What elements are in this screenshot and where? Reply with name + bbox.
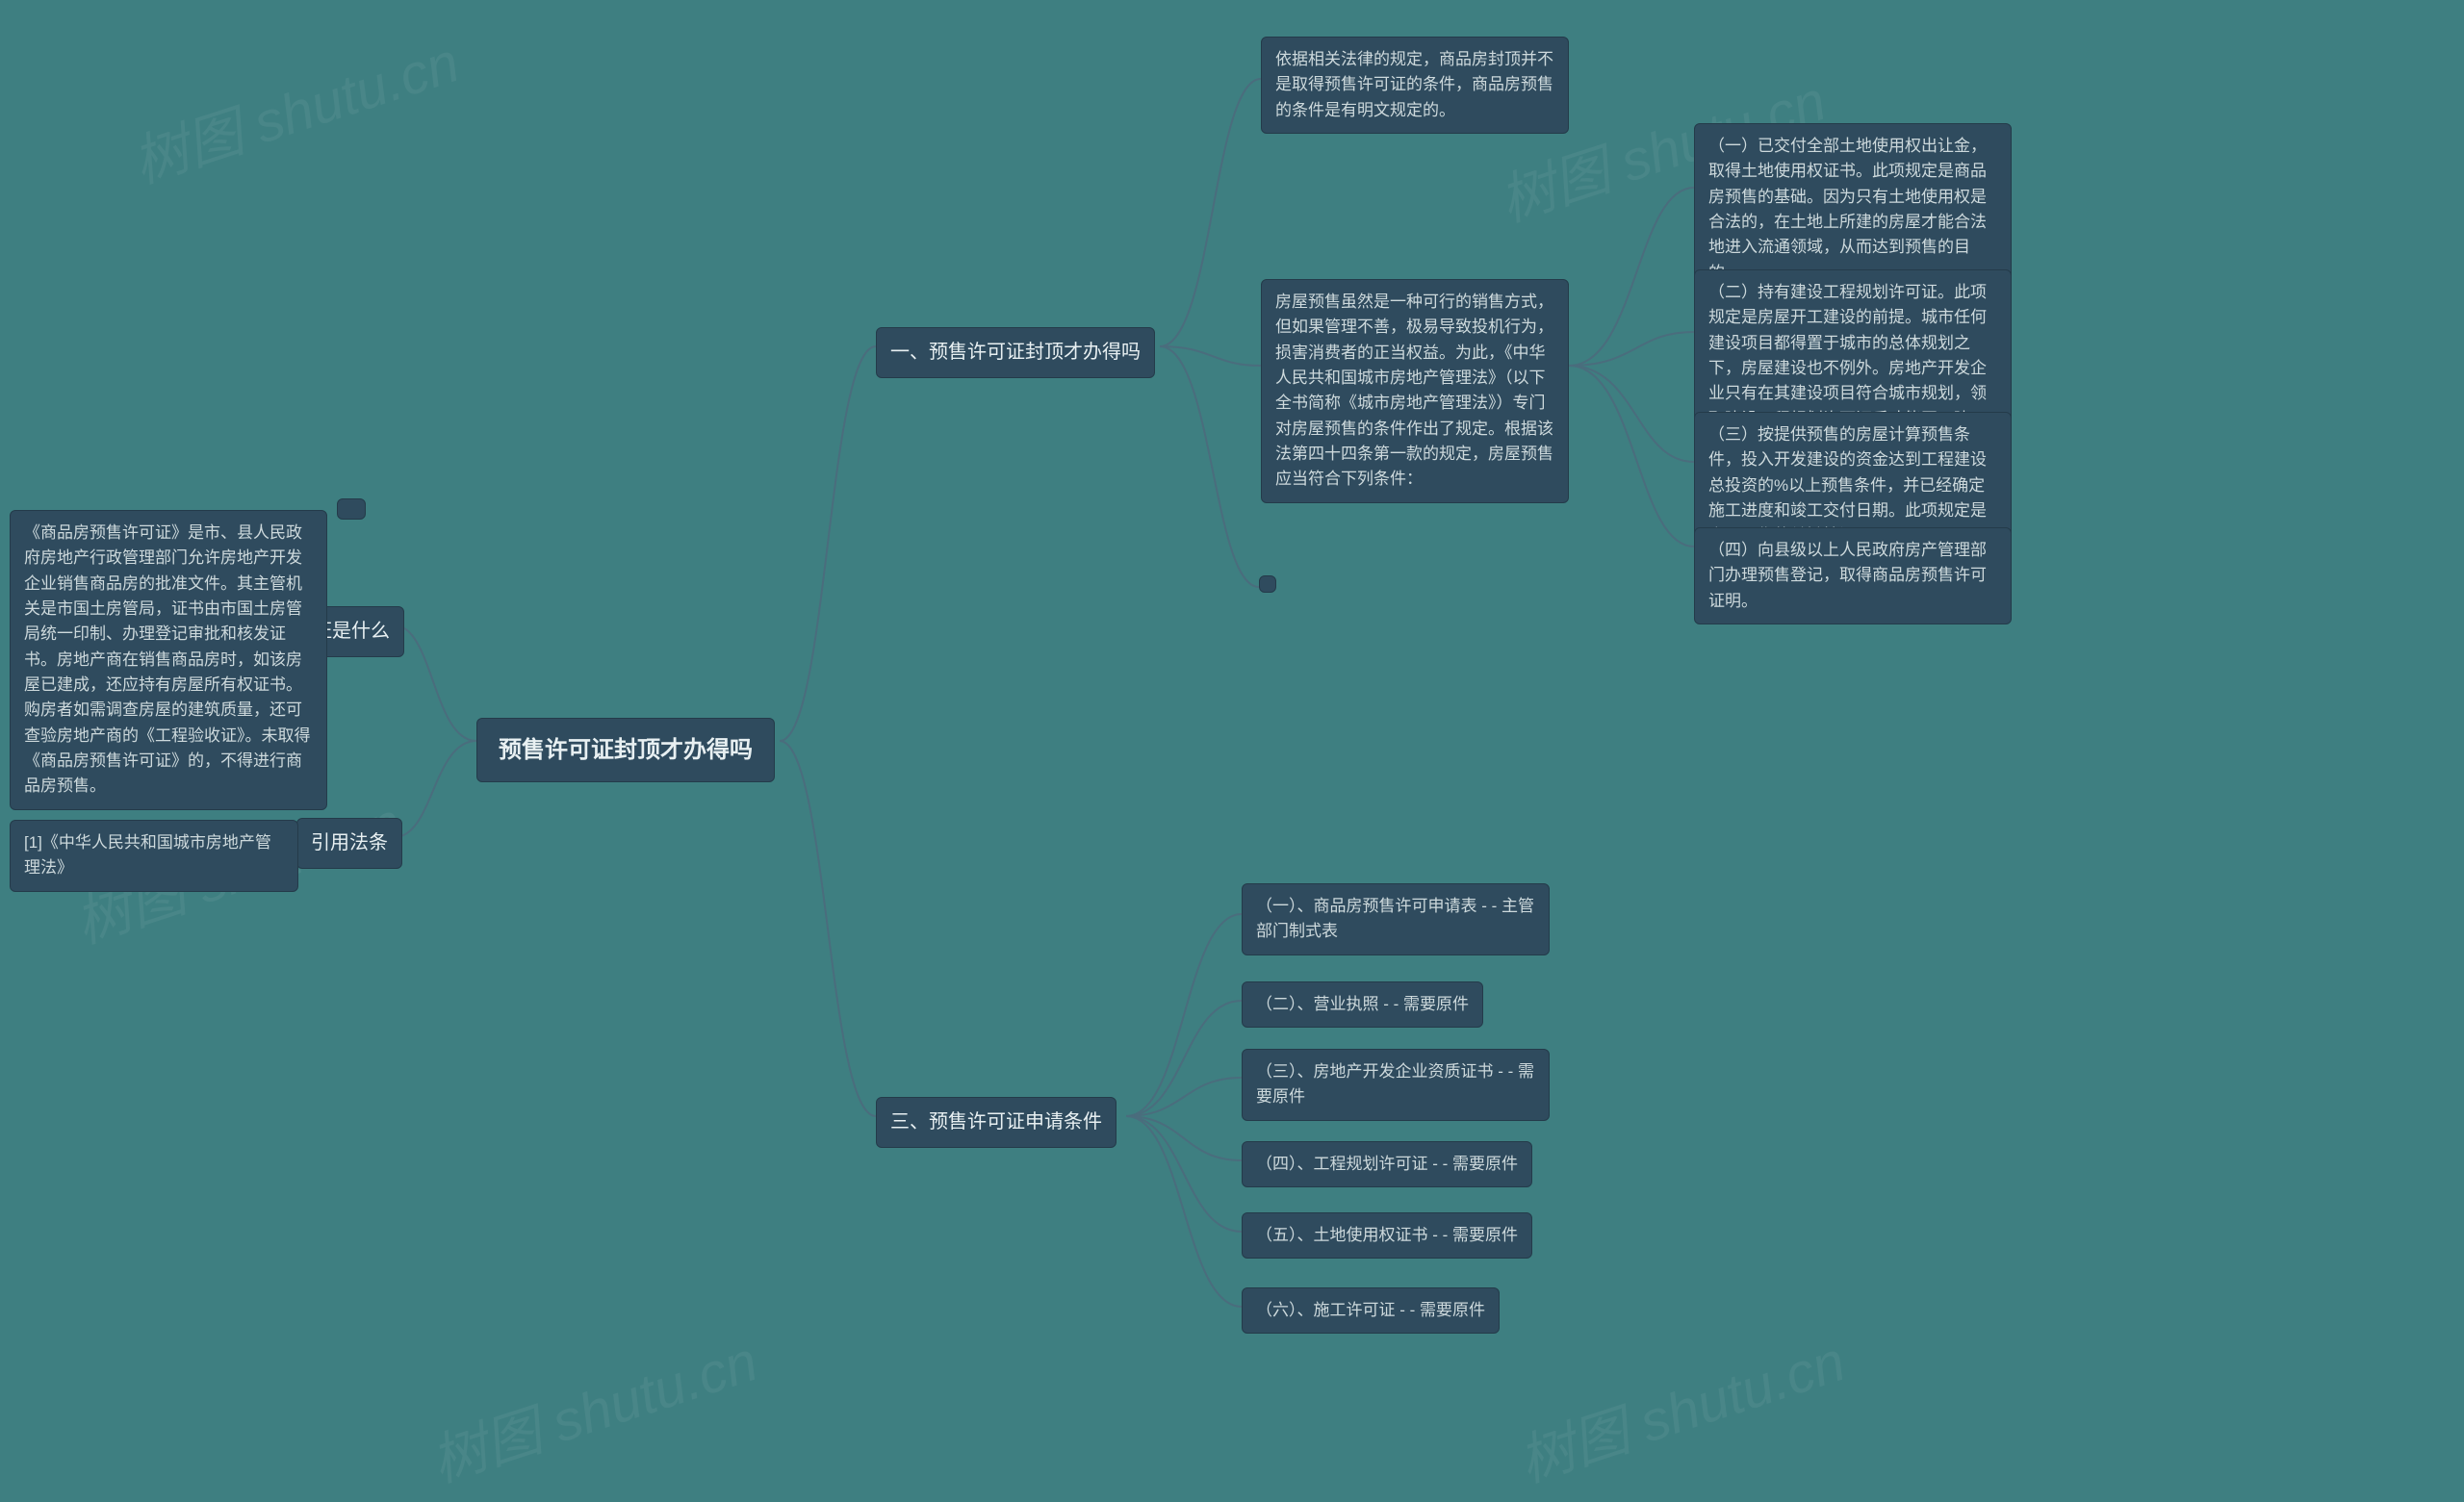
b3-item-6: （六）、施工许可证 - - 需要原件 xyxy=(1242,1287,1500,1334)
branch-1: 一、预售许可证封顶才办得吗 xyxy=(876,327,1155,378)
b3-item-5: （五）、土地使用权证书 - - 需要原件 xyxy=(1242,1212,1532,1259)
watermark: 树图 shutu.cn xyxy=(1507,1316,1854,1497)
branch-3: 三、预售许可证申请条件 xyxy=(876,1097,1116,1148)
b1-note-2: 房屋预售虽然是一种可行的销售方式，但如果管理不善，极易导致投机行为，损害消费者的… xyxy=(1261,279,1569,503)
b3-item-3: （三）、房地产开发企业资质证书 - - 需要原件 xyxy=(1242,1049,1550,1121)
b3-item-2: （二）、营业执照 - - 需要原件 xyxy=(1242,981,1483,1028)
b4-note-1: [1]《中华人民共和国城市房地产管理法》 xyxy=(10,820,298,892)
b3-item-4: （四）、工程规划许可证 - - 需要原件 xyxy=(1242,1141,1532,1187)
root-node: 预售许可证封顶才办得吗 xyxy=(476,718,775,782)
watermark: 树图 shutu.cn xyxy=(420,1316,766,1497)
watermark: 树图 shutu.cn xyxy=(121,17,468,198)
b1-cond-4: （四）向县级以上人民政府房产管理部门办理预售登记，取得商品房预售许可证明。 xyxy=(1694,527,2012,624)
b2-note-1: 《商品房预售许可证》是市、县人民政府房地产行政管理部门允许房地产开发企业销售商品… xyxy=(10,510,327,810)
b1-note-1: 依据相关法律的规定，商品房封顶并不是取得预售许可证的条件，商品房预售的条件是有明… xyxy=(1261,37,1569,134)
b2-note-hidden xyxy=(337,498,366,520)
b3-item-1: （一）、商品房预售许可申请表 - - 主管部门制式表 xyxy=(1242,883,1550,955)
branch-4: 引用法条 xyxy=(296,818,402,869)
b1-empty-node xyxy=(1259,575,1276,593)
connector-layer xyxy=(0,0,2464,1502)
